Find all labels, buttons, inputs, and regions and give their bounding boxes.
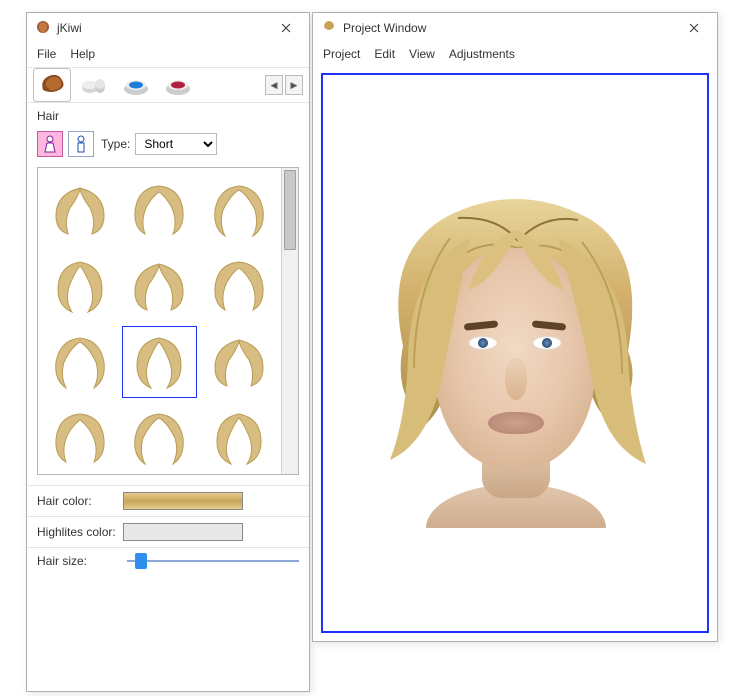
hair-thumb[interactable] — [201, 250, 277, 322]
hair-size-handle[interactable] — [135, 553, 147, 569]
menu-adjustments[interactable]: Adjustments — [449, 47, 515, 61]
project-menubar: Project Edit View Adjustments — [313, 43, 717, 67]
menu-edit[interactable]: Edit — [374, 47, 395, 61]
tabs-next-button[interactable]: ▶ — [285, 75, 303, 95]
hair-controls: Type: Short — [27, 127, 309, 161]
section-label: Hair — [27, 103, 309, 127]
preview-head — [370, 178, 660, 528]
title-text: jKiwi — [57, 21, 82, 35]
hair-thumb[interactable] — [122, 402, 198, 474]
category-toolbar: ◀ ▶ — [27, 67, 309, 103]
project-window: Project Window Project Edit View Adjustm… — [312, 12, 718, 642]
jkiwi-menubar: File Help — [27, 43, 309, 67]
hair-thumb[interactable] — [201, 174, 277, 246]
hair-thumb[interactable] — [122, 250, 198, 322]
hair-color-swatch[interactable] — [123, 492, 243, 510]
gender-male-button[interactable] — [68, 131, 94, 157]
tab-hair[interactable] — [33, 68, 71, 102]
preview-area — [313, 67, 717, 641]
tab-lipstick[interactable] — [159, 68, 197, 102]
hair-thumb[interactable] — [201, 326, 277, 398]
project-titlebar: Project Window — [313, 13, 717, 43]
menu-help[interactable]: Help — [70, 47, 95, 61]
type-label: Type: — [101, 137, 130, 151]
hair-thumb[interactable] — [122, 326, 198, 398]
hair-color-label: Hair color: — [37, 494, 117, 508]
hair-thumb[interactable] — [42, 402, 118, 474]
hair-color-row: Hair color: — [27, 485, 309, 516]
menu-project[interactable]: Project — [323, 47, 360, 61]
gallery-scrollbar[interactable] — [281, 168, 298, 474]
close-icon[interactable] — [271, 17, 301, 39]
project-close-icon[interactable] — [679, 17, 709, 39]
preview-frame[interactable] — [321, 73, 709, 633]
hair-size-row: Hair size: — [27, 547, 309, 574]
project-title-text: Project Window — [343, 21, 426, 35]
scrollbar-thumb[interactable] — [284, 170, 296, 250]
jkiwi-window: jKiwi File Help ◀ ▶ Hair — [26, 12, 310, 692]
menu-file[interactable]: File — [37, 47, 56, 61]
hair-thumb[interactable] — [42, 174, 118, 246]
hair-thumb[interactable] — [42, 326, 118, 398]
hair-type-select[interactable]: Short — [135, 133, 217, 155]
hair-thumb[interactable] — [122, 174, 198, 246]
hair-size-label: Hair size: — [37, 554, 117, 568]
jkiwi-titlebar: jKiwi — [27, 13, 309, 43]
gender-female-button[interactable] — [37, 131, 63, 157]
app-icon — [35, 20, 51, 36]
hair-size-slider[interactable] — [127, 560, 299, 562]
hair-thumb[interactable] — [201, 402, 277, 474]
tab-accessories[interactable] — [75, 68, 113, 102]
hair-thumb[interactable] — [42, 250, 118, 322]
tab-eyeshadow[interactable] — [117, 68, 155, 102]
hair-gallery — [37, 167, 299, 475]
highlites-swatch[interactable] — [123, 523, 243, 541]
project-icon — [321, 20, 337, 36]
menu-view[interactable]: View — [409, 47, 435, 61]
highlites-row: Highlites color: — [27, 516, 309, 547]
tabs-prev-button[interactable]: ◀ — [265, 75, 283, 95]
highlites-label: Highlites color: — [37, 525, 117, 539]
